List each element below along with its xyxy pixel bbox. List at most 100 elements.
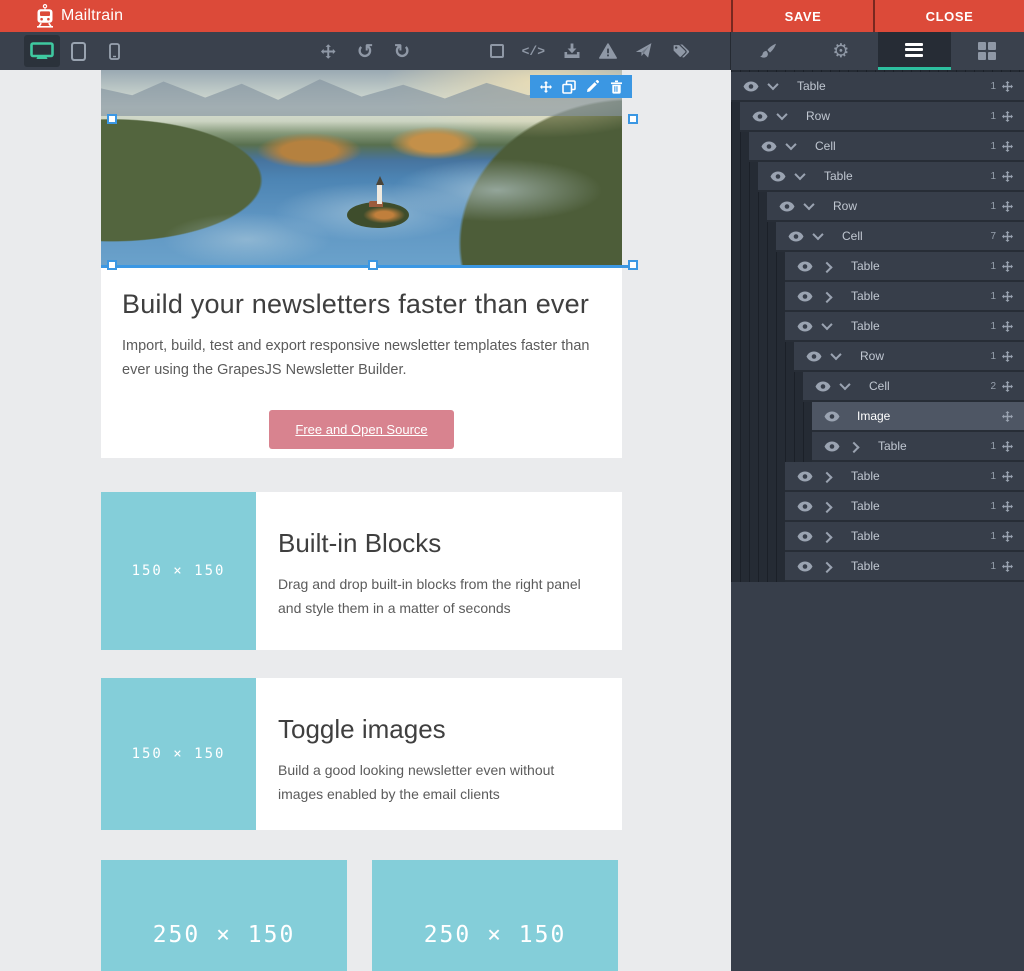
move-icon[interactable] (1001, 531, 1015, 542)
layer-row-table[interactable]: Table1 (785, 312, 1024, 342)
chevron-down-icon[interactable] (765, 82, 781, 90)
feature-body[interactable]: Drag and drop built-in blocks from the r… (278, 573, 596, 621)
move-icon[interactable] (1001, 321, 1015, 332)
layer-row-table[interactable]: Table1 (785, 492, 1024, 522)
chevron-down-icon[interactable] (837, 382, 853, 390)
move-icon[interactable] (1001, 111, 1015, 122)
resize-handle-bottom-right[interactable] (628, 260, 638, 270)
move-icon[interactable] (1001, 471, 1015, 482)
chevron-right-icon[interactable] (819, 502, 835, 510)
layer-row-row[interactable]: Row1 (740, 102, 1024, 132)
editor-canvas[interactable]: Build your newsletters faster than ever … (0, 70, 731, 971)
tab-blocks[interactable] (951, 32, 1024, 70)
layer-row-table[interactable]: Table1 (758, 162, 1024, 192)
layer-row-table[interactable]: Table1 (785, 552, 1024, 582)
placeholder-image-150[interactable]: 150 × 150 (101, 678, 256, 830)
move-icon[interactable] (1001, 351, 1015, 362)
feature-section[interactable]: 150 × 150 Toggle images Build a good loo… (101, 678, 622, 830)
chevron-down-icon[interactable] (828, 352, 844, 360)
copy-component-button[interactable] (559, 75, 579, 98)
eye-visibility-icon[interactable] (743, 80, 760, 92)
move-icon[interactable] (1001, 501, 1015, 512)
undo-button[interactable]: ↺ (357, 41, 374, 61)
delete-component-button[interactable] (606, 75, 626, 98)
chevron-down-icon[interactable] (801, 202, 817, 210)
tab-style-manager[interactable] (731, 32, 804, 70)
chevron-down-icon[interactable] (792, 172, 808, 180)
edit-component-button[interactable] (583, 75, 603, 98)
hero-heading[interactable]: Build your newsletters faster than ever (122, 289, 601, 320)
layer-row-table[interactable]: Table1 (785, 462, 1024, 492)
device-mobile-button[interactable] (96, 35, 132, 67)
chevron-right-icon[interactable] (819, 532, 835, 540)
warnings-button[interactable] (599, 43, 617, 59)
layer-row-image[interactable]: Image (812, 402, 1024, 432)
feature-title[interactable]: Built-in Blocks (278, 528, 596, 559)
eye-visibility-icon[interactable] (761, 140, 778, 152)
eye-visibility-icon[interactable] (797, 470, 814, 482)
move-icon[interactable] (1001, 441, 1015, 452)
device-tablet-button[interactable] (60, 35, 96, 67)
eye-visibility-icon[interactable] (752, 110, 769, 122)
chevron-right-icon[interactable] (819, 262, 835, 270)
move-icon[interactable] (1001, 261, 1015, 272)
drag-component-button[interactable] (536, 75, 556, 98)
layer-row-row[interactable]: Row1 (794, 342, 1024, 372)
layer-row-cell[interactable]: Cell7 (776, 222, 1024, 252)
chevron-right-icon[interactable] (846, 442, 862, 450)
chevron-down-icon[interactable] (810, 232, 826, 240)
merge-tags-button[interactable] (671, 43, 690, 59)
move-icon[interactable] (1001, 231, 1015, 242)
feature-section[interactable]: 150 × 150 Built-in Blocks Drag and drop … (101, 492, 622, 650)
resize-handle-left[interactable] (107, 114, 117, 124)
device-desktop-button[interactable] (24, 35, 60, 67)
placeholder-image-150[interactable]: 150 × 150 (101, 492, 256, 650)
layer-row-table[interactable]: Table1 (785, 282, 1024, 312)
tab-settings[interactable]: ⚙ (804, 32, 877, 70)
eye-visibility-icon[interactable] (797, 290, 814, 302)
eye-visibility-icon[interactable] (770, 170, 787, 182)
move-icon[interactable] (1001, 561, 1015, 572)
eye-visibility-icon[interactable] (815, 380, 832, 392)
eye-visibility-icon[interactable] (797, 320, 814, 332)
eye-visibility-icon[interactable] (824, 440, 841, 452)
hero-image[interactable] (101, 70, 622, 267)
layer-row-table[interactable]: Table1 (731, 72, 1024, 102)
layer-row-table[interactable]: Table1 (785, 252, 1024, 282)
move-icon[interactable] (1001, 141, 1015, 152)
chevron-right-icon[interactable] (819, 292, 835, 300)
move-icon[interactable] (1001, 171, 1015, 182)
chevron-down-icon[interactable] (783, 142, 799, 150)
chevron-down-icon[interactable] (774, 112, 790, 120)
save-button[interactable]: SAVE (731, 0, 873, 32)
placeholder-image-250[interactable]: 250 × 150 (101, 860, 347, 971)
placeholder-image-250[interactable]: 250 × 150 (372, 860, 618, 971)
eye-visibility-icon[interactable] (788, 230, 805, 242)
import-button[interactable] (563, 43, 581, 59)
hero-cta-button[interactable]: Free and Open Source (269, 410, 453, 449)
eye-visibility-icon[interactable] (797, 500, 814, 512)
open-code-button[interactable]: </> (522, 44, 545, 59)
move-icon[interactable] (1001, 411, 1015, 422)
layer-row-table[interactable]: Table1 (785, 522, 1024, 552)
send-test-button[interactable] (635, 43, 653, 59)
chevron-down-icon[interactable] (819, 322, 835, 330)
move-icon[interactable] (1001, 381, 1015, 392)
eye-visibility-icon[interactable] (797, 530, 814, 542)
move-icon[interactable] (1001, 291, 1015, 302)
eye-visibility-icon[interactable] (797, 260, 814, 272)
feature-body[interactable]: Build a good looking newsletter even wit… (278, 759, 596, 807)
chevron-right-icon[interactable] (819, 562, 835, 570)
eye-visibility-icon[interactable] (779, 200, 796, 212)
chevron-right-icon[interactable] (819, 472, 835, 480)
move-icon[interactable] (1001, 81, 1015, 92)
eye-visibility-icon[interactable] (806, 350, 823, 362)
layer-row-row[interactable]: Row1 (767, 192, 1024, 222)
layer-row-cell[interactable]: Cell2 (803, 372, 1024, 402)
tab-layers[interactable] (878, 32, 951, 70)
layer-row-cell[interactable]: Cell1 (749, 132, 1024, 162)
move-icon[interactable] (1001, 201, 1015, 212)
resize-handle-bottom-left[interactable] (107, 260, 117, 270)
close-button[interactable]: CLOSE (873, 0, 1024, 32)
resize-handle-bottom-center[interactable] (368, 260, 378, 270)
